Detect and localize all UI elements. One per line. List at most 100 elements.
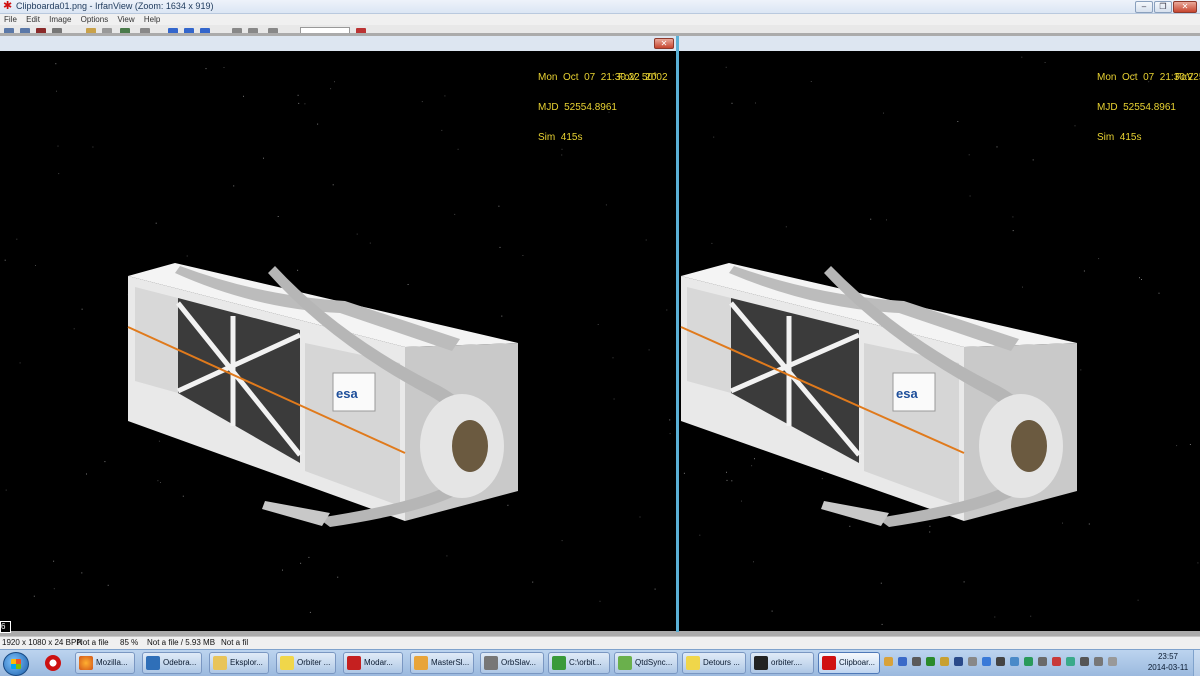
tray-icon[interactable]	[982, 657, 991, 666]
taskbar-item-detours[interactable]: Detours ...	[682, 652, 746, 674]
star	[104, 461, 106, 463]
star	[1088, 523, 1090, 525]
taskbar-item-mozilla[interactable]: Mozilla...	[75, 652, 135, 674]
star	[968, 154, 970, 156]
maximize-button[interactable]: ❐	[1154, 1, 1172, 13]
taskbar-item-odebra[interactable]: Odebra...	[142, 652, 202, 674]
tray-icon[interactable]	[1066, 657, 1075, 666]
taskbar-item-clipboard[interactable]: Clipboar...	[818, 652, 880, 674]
star	[666, 309, 668, 311]
star	[334, 81, 335, 83]
hud-fov: FoV 5	[1175, 72, 1200, 83]
star	[929, 525, 931, 527]
start-button[interactable]	[3, 652, 29, 676]
opera-pinned-icon[interactable]	[38, 652, 68, 674]
taskbar-item-mastersl[interactable]: MasterSl...	[410, 652, 474, 674]
right-viewport-strip	[678, 36, 1200, 51]
taskbar-item-orbiter[interactable]: Orbiter ...	[276, 652, 336, 674]
star	[726, 471, 727, 473]
star	[741, 500, 742, 502]
star	[155, 222, 157, 224]
tray-icon[interactable]	[968, 657, 977, 666]
star	[332, 184, 334, 186]
hud-sim: Sim 415s	[538, 132, 583, 143]
star	[755, 102, 756, 104]
taskbar-item-qtdsync[interactable]: QtdSync...	[614, 652, 678, 674]
menu-help[interactable]: Help	[141, 14, 163, 25]
star	[1012, 216, 1014, 218]
star	[1012, 230, 1014, 232]
tray-icon[interactable]	[996, 657, 1005, 666]
star	[407, 284, 409, 285]
star	[107, 584, 109, 586]
star	[446, 555, 448, 557]
menu-image[interactable]: Image	[46, 14, 74, 25]
tray-icon[interactable]	[1024, 657, 1033, 666]
star	[277, 216, 279, 217]
star	[58, 173, 60, 175]
tray-icon[interactable]	[1052, 657, 1061, 666]
star	[1032, 159, 1034, 161]
star	[454, 213, 456, 215]
star	[441, 129, 443, 131]
viewport-divider	[676, 36, 679, 632]
tray-icon[interactable]	[1010, 657, 1019, 666]
network-icon[interactable]	[1094, 657, 1103, 666]
menu-file[interactable]: File	[1, 14, 20, 25]
star	[186, 255, 188, 257]
tray-icon[interactable]	[940, 657, 949, 666]
star	[33, 595, 35, 597]
taskbar-item-eksplor[interactable]: Eksplor...	[209, 652, 269, 674]
star	[994, 616, 996, 618]
star	[957, 121, 959, 122]
tray-icon[interactable]	[926, 657, 935, 666]
star	[612, 357, 614, 359]
tray-icon[interactable]	[898, 657, 907, 666]
star	[421, 101, 423, 103]
minimize-button[interactable]: –	[1135, 1, 1153, 13]
taskbar-item-c-orbit[interactable]: C:\orbit...	[548, 652, 610, 674]
star	[1080, 369, 1082, 371]
show-desktop-button[interactable]	[1193, 650, 1200, 676]
star	[55, 63, 57, 65]
child-close-button[interactable]: ✕	[654, 38, 674, 49]
taskbar-clock[interactable]: 23:57 2014-03-11	[1144, 651, 1192, 673]
star	[5, 489, 7, 491]
volume-icon[interactable]	[1108, 657, 1117, 666]
star	[158, 440, 160, 442]
tray-icon[interactable]	[912, 657, 921, 666]
star	[53, 560, 55, 562]
menu-edit[interactable]: Edit	[23, 14, 43, 25]
flag-icon[interactable]	[1080, 657, 1089, 666]
star	[1176, 445, 1178, 447]
star	[996, 146, 998, 148]
taskbar-item-orbslav[interactable]: OrbSlav...	[480, 652, 544, 674]
star	[810, 81, 812, 82]
star	[205, 68, 207, 70]
corner-mark: 6	[0, 621, 11, 633]
tray-icon[interactable]	[884, 657, 893, 666]
star	[499, 246, 501, 248]
status-bar: 1920 x 1080 x 24 BPP Not a file 85 % Not…	[0, 636, 1200, 649]
star	[308, 556, 310, 558]
star	[330, 88, 332, 90]
taskbar-item-modar[interactable]: Modar...	[343, 652, 403, 674]
star	[731, 102, 733, 104]
star	[160, 482, 161, 483]
menu-view[interactable]: View	[114, 14, 137, 25]
star	[317, 123, 319, 125]
window-titlebar[interactable]: ✱ Clipboarda01.png - IrfanView (Zoom: 16…	[0, 0, 1200, 14]
menu-options[interactable]: Options	[78, 14, 112, 25]
status-file2: Not a fil	[221, 638, 249, 647]
star	[35, 265, 36, 266]
close-button[interactable]: ✕	[1173, 1, 1197, 13]
station-module-left	[127, 263, 518, 527]
tray-icon[interactable]	[1038, 657, 1047, 666]
star	[457, 148, 459, 150]
star	[886, 219, 887, 221]
tray-icon[interactable]	[954, 657, 963, 666]
star	[731, 480, 733, 482]
right-simulator-view: esa Mon Oct 07 21:30:22 200 MJD 52554.89…	[679, 51, 1200, 631]
star	[1141, 279, 1142, 280]
taskbar-item-orbiter2[interactable]: orbiter....	[750, 652, 814, 674]
